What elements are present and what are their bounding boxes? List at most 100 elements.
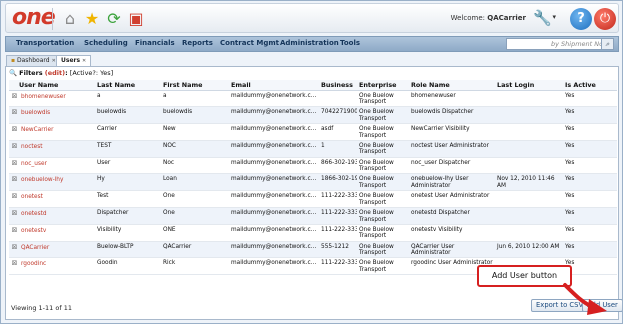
delete-icon[interactable]: ⊠: [11, 210, 18, 217]
user-name-text[interactable]: noc_user: [21, 161, 47, 167]
table-cell: a: [95, 90, 161, 108]
table-cell: [495, 190, 563, 209]
table-cell: asdf: [319, 123, 357, 141]
delete-icon[interactable]: ⊠: [11, 159, 18, 167]
delete-icon[interactable]: ⊠: [11, 243, 18, 251]
search-icon[interactable]: ⌕: [601, 38, 614, 50]
delete-icon[interactable]: ⊠: [11, 142, 18, 150]
chevron-down-icon[interactable]: ▾: [552, 13, 556, 21]
user-name-link[interactable]: ⊠ noctest: [9, 140, 95, 158]
column-header[interactable]: Enterprise: [357, 80, 409, 91]
table-cell: NewCarrier Visibility: [409, 123, 495, 141]
shipment-search-input[interactable]: by Shipment No ⌕: [506, 38, 614, 50]
delete-icon[interactable]: ⊠: [11, 92, 18, 100]
power-icon[interactable]: ⏻: [594, 8, 616, 30]
table-cell: 7042271900: [319, 106, 357, 125]
nav-contract-mgmt[interactable]: Contract Mgmt: [220, 39, 279, 47]
user-name-link[interactable]: ⊠ rgoodinc: [9, 257, 95, 276]
nav-financials[interactable]: Financials: [135, 39, 175, 47]
column-header[interactable]: Is Active: [563, 80, 617, 91]
nav-scheduling[interactable]: Scheduling: [84, 39, 128, 47]
user-name-text[interactable]: onetestv: [21, 228, 46, 234]
table-header-row: User Name Last Name First Name Email Bus…: [9, 80, 617, 91]
refresh-icon[interactable]: ⟳: [104, 9, 124, 29]
table-cell: noc_user Dispatcher: [409, 157, 495, 175]
user-name-link[interactable]: ⊠ onetest: [9, 190, 95, 209]
user-name-link[interactable]: ⊠ bhomenewuser: [9, 90, 95, 108]
table-row[interactable]: ⊠ noc_user User Noc maildummy@onenetwork.c..…: [9, 157, 617, 175]
table-cell: onebuelow-lhy User Administrator: [409, 173, 495, 192]
filter-icon: 🔍: [9, 69, 18, 77]
column-header[interactable]: Business: [319, 80, 357, 91]
wrench-icon[interactable]: 🔧: [533, 9, 552, 27]
table-cell: [495, 224, 563, 242]
table-cell: Jun 6, 2010 12:00 AM: [495, 241, 563, 259]
user-name-text[interactable]: onebuelow-lhy: [21, 177, 63, 183]
annotation-arrow: [563, 283, 607, 315]
delete-icon[interactable]: ⊠: [11, 126, 18, 133]
app-window: one ⌂ ★ ⟳ ▣ Welcome: QACarrier 🔧 ▾ ? ⏻ T…: [0, 0, 623, 324]
tab-users[interactable]: Users ✕: [56, 55, 92, 66]
table-row[interactable]: ⊠ onetestv Visibility ONE maildummy@onenetwo…: [9, 224, 617, 242]
user-name-link[interactable]: ⊠ onetestv: [9, 224, 95, 242]
user-name-text[interactable]: buelowdis: [21, 110, 50, 116]
delete-icon[interactable]: ⊠: [11, 260, 18, 267]
column-header[interactable]: Last Name: [95, 80, 161, 91]
table-cell: One Buelow Transport: [357, 106, 409, 125]
user-name-link[interactable]: ⊠ QACarrier: [9, 241, 95, 259]
table-row[interactable]: ⊠ onebuelow-lhy Hy Loan maildummy@onenetwork…: [9, 173, 617, 192]
table-cell: One Buelow Transport: [357, 257, 409, 276]
table-cell: One Buelow Transport: [357, 140, 409, 158]
table-row[interactable]: ⊠ onetest Test One maildummy@onenetwork.c...…: [9, 190, 617, 209]
home-icon[interactable]: ⌂: [60, 9, 80, 29]
user-name-link[interactable]: ⊠ buelowdis: [9, 106, 95, 125]
user-name-text[interactable]: noctest: [21, 144, 43, 150]
table-cell: [495, 140, 563, 158]
table-cell: Yes: [563, 207, 617, 225]
nav-reports[interactable]: Reports: [182, 39, 213, 47]
table-cell: Yes: [563, 106, 617, 125]
user-name-link[interactable]: ⊠ onetestd: [9, 207, 95, 225]
column-header[interactable]: Email: [229, 80, 319, 91]
table-row[interactable]: ⊠ noctest TEST NOC maildummy@onenetwork.c...…: [9, 140, 617, 158]
table-cell: [495, 157, 563, 175]
column-header[interactable]: Last Login: [495, 80, 563, 91]
delete-icon[interactable]: ⊠: [11, 193, 18, 200]
column-header[interactable]: Role Name: [409, 80, 495, 91]
delete-icon[interactable]: ⊠: [11, 109, 18, 116]
user-name-text[interactable]: NewCarrier: [21, 127, 53, 133]
user-name-link[interactable]: ⊠ onebuelow-lhy: [9, 173, 95, 192]
one-logo[interactable]: one: [12, 5, 56, 30]
tab-strip: ▪ Dashboard ✕ Users ✕: [5, 55, 619, 66]
table-cell: Yes: [563, 190, 617, 209]
header-divider: [52, 8, 53, 30]
table-row[interactable]: ⊠ buelowdis buelowdis buelowdis maildummy@on…: [9, 106, 617, 125]
help-icon[interactable]: ?: [570, 8, 592, 30]
user-name-text[interactable]: onetestd: [21, 211, 47, 217]
table-row[interactable]: ⊠ bhomenewuser a a maildummy@onenetwork.c...…: [9, 90, 617, 108]
nav-administration[interactable]: Administration: [280, 39, 339, 47]
user-name-text[interactable]: rgoodinc: [21, 261, 46, 267]
tab-dashboard[interactable]: ▪ Dashboard ✕: [6, 55, 61, 66]
screen-icon[interactable]: ▣: [126, 9, 146, 29]
user-name-link[interactable]: ⊠ NewCarrier: [9, 123, 95, 141]
table-row[interactable]: ⊠ NewCarrier Carrier New maildummy@onenetwor…: [9, 123, 617, 141]
star-icon[interactable]: ★: [82, 9, 102, 29]
user-name-link[interactable]: ⊠ noc_user: [9, 157, 95, 175]
nav-transportation[interactable]: Transportation: [16, 39, 74, 47]
table-cell: maildummy@onenetwork.c...: [229, 106, 319, 125]
nav-tools[interactable]: Tools: [340, 39, 360, 47]
table-row[interactable]: ⊠ onetestd Dispatcher One maildummy@onenetwo…: [9, 207, 617, 225]
delete-icon[interactable]: ⊠: [11, 226, 18, 234]
column-header[interactable]: First Name: [161, 80, 229, 91]
table-cell: 555-1212: [319, 241, 357, 259]
user-name-text[interactable]: bhomenewuser: [21, 94, 66, 100]
column-header[interactable]: User Name: [9, 80, 95, 91]
table-cell: Noc: [161, 157, 229, 175]
close-icon[interactable]: ✕: [82, 58, 86, 64]
user-name-text[interactable]: QACarrier: [21, 245, 49, 251]
filters-edit-link[interactable]: (edit): [45, 69, 65, 77]
table-row[interactable]: ⊠ QACarrier Buelow-BLTP QACarrier maildummy@…: [9, 241, 617, 259]
delete-icon[interactable]: ⊠: [11, 176, 18, 183]
user-name-text[interactable]: onetest: [21, 194, 43, 200]
